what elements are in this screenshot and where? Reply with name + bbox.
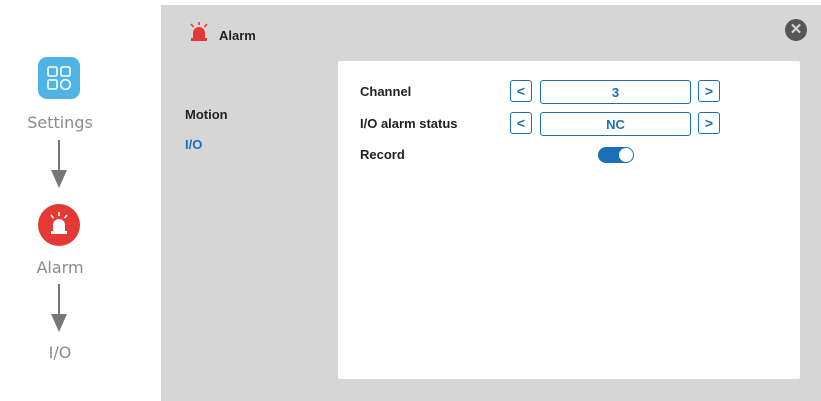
setup-guide: Settings Alarm I/O — [0, 0, 160, 401]
channel-value: 3 — [540, 80, 691, 104]
channel-next-button[interactable]: > — [698, 80, 720, 102]
close-button[interactable]: ✕ — [785, 19, 807, 41]
menu-item-motion[interactable]: Motion — [185, 108, 228, 138]
io-settings-panel: Channel < 3 > I/O alarm status < NC > Re… — [338, 61, 800, 379]
io-status-value: NC — [540, 112, 691, 136]
alarm-siren-icon — [38, 204, 80, 246]
channel-prev-button[interactable]: < — [510, 80, 532, 102]
io-alarm-status-row: I/O alarm status < NC > — [360, 112, 780, 136]
io-alarm-status-label: I/O alarm status — [360, 116, 458, 131]
alarm-dialog: Alarm ✕ Motion I/O Channel < 3 > I/O ala… — [161, 5, 821, 401]
alarm-siren-icon — [190, 22, 208, 41]
guide-step-settings: Settings — [27, 113, 93, 132]
io-status-prev-button[interactable]: < — [510, 112, 532, 134]
record-row: Record — [360, 143, 780, 167]
close-icon: ✕ — [789, 21, 803, 38]
alarm-menu: Motion I/O — [185, 108, 228, 168]
record-label: Record — [360, 147, 405, 162]
guide-step-io: I/O — [48, 343, 72, 362]
record-toggle[interactable] — [598, 147, 634, 163]
channel-row: Channel < 3 > — [360, 80, 780, 104]
channel-label: Channel — [360, 84, 412, 99]
down-arrow-icon — [51, 284, 67, 332]
guide-step-alarm: Alarm — [36, 258, 84, 277]
io-status-next-button[interactable]: > — [698, 112, 720, 134]
dialog-title-bar: Alarm ✕ — [161, 5, 821, 59]
settings-grid-icon — [38, 57, 80, 99]
menu-item-io[interactable]: I/O — [185, 138, 228, 168]
dialog-title: Alarm — [219, 28, 256, 43]
down-arrow-icon — [51, 140, 67, 188]
toggle-knob — [619, 148, 633, 162]
